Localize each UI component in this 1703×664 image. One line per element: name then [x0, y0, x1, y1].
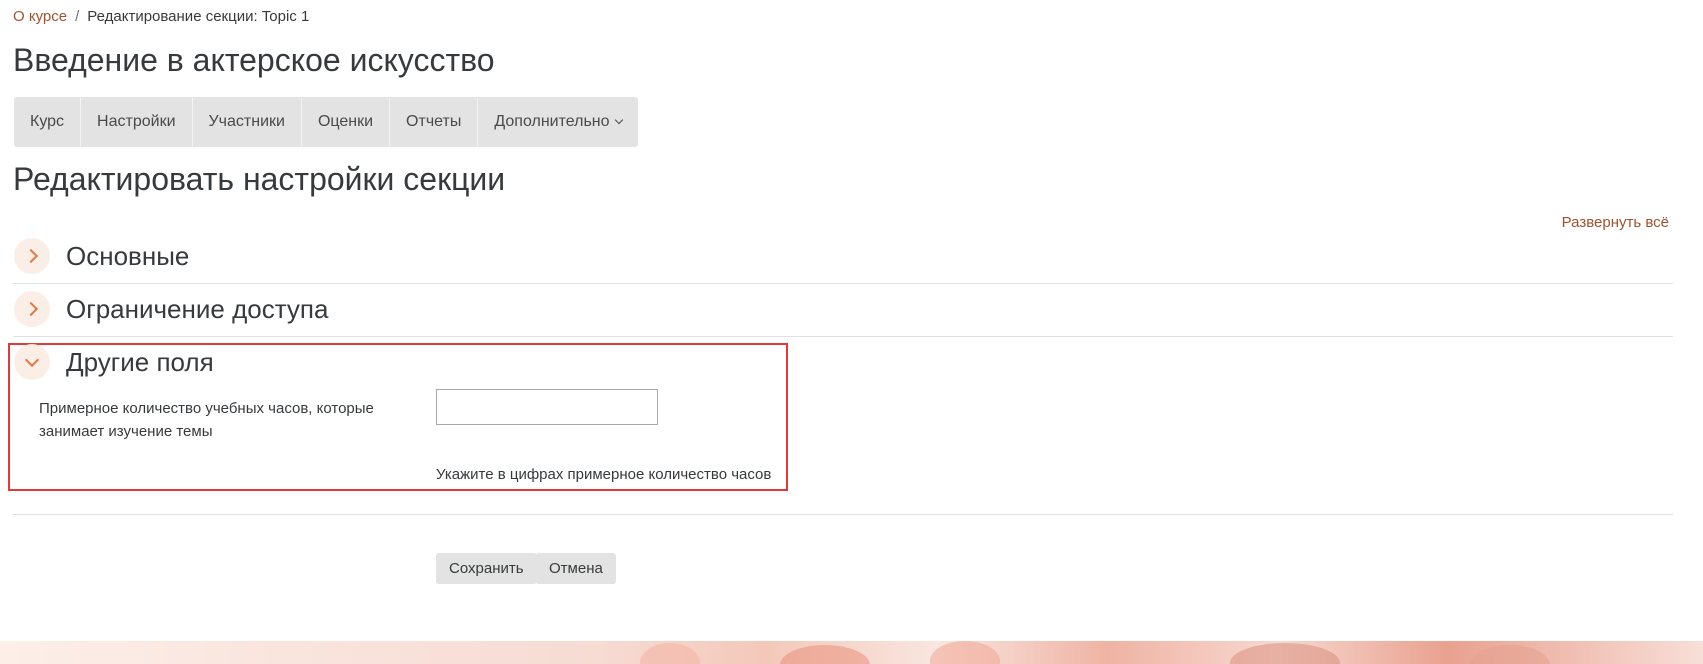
section-other-header[interactable]: Другие поля [14, 344, 214, 380]
section-title-other[interactable]: Другие поля [66, 347, 214, 378]
section-restrict-header[interactable]: Ограничение доступа [14, 291, 328, 327]
breadcrumb-course-link[interactable]: О курсе [13, 8, 67, 25]
tab-more[interactable]: Дополнительно [478, 97, 637, 147]
hours-input[interactable] [436, 389, 658, 425]
course-title: Введение в актерское искусство [13, 42, 495, 78]
chevron-right-icon [23, 248, 38, 264]
divider [13, 336, 1673, 337]
section-toggle[interactable] [14, 344, 50, 380]
decor-blob [930, 641, 1000, 664]
footer-decoration [0, 641, 1703, 664]
decor-blob [1470, 645, 1550, 664]
breadcrumb-current: Редактирование секции: Topic 1 [87, 8, 310, 25]
tab-participants[interactable]: Участники [193, 97, 302, 147]
breadcrumb: О курсе / Редактирование секции: Topic 1 [13, 8, 309, 25]
page-title: Редактировать настройки секции [13, 161, 506, 197]
hours-help-text: Укажите в цифрах примерное количество ча… [436, 466, 772, 483]
divider [13, 514, 1673, 515]
course-nav: Курс Настройки Участники Оценки Отчеты Д… [14, 97, 638, 147]
section-toggle[interactable] [14, 291, 50, 327]
tab-settings[interactable]: Настройки [81, 97, 193, 147]
tab-course[interactable]: Курс [14, 97, 82, 147]
cancel-button[interactable]: Отмена [536, 553, 616, 584]
divider [13, 283, 1673, 284]
section-toggle[interactable] [14, 238, 50, 274]
save-button[interactable]: Сохранить [436, 553, 537, 584]
breadcrumb-separator: / [75, 8, 80, 25]
decor-blob [640, 643, 700, 664]
decor-blob [780, 645, 870, 664]
chevron-right-icon [23, 301, 38, 317]
tab-reports[interactable]: Отчеты [390, 97, 479, 147]
section-title-restrict[interactable]: Ограничение доступа [66, 294, 328, 325]
tab-more-label: Дополнительно [494, 113, 610, 130]
section-general-header[interactable]: Основные [14, 238, 189, 274]
tab-grades[interactable]: Оценки [302, 97, 391, 147]
page: О курсе / Редактирование секции: Topic 1… [0, 0, 1703, 664]
expand-all-link[interactable]: Развернуть всё [1562, 214, 1669, 231]
chevron-down-icon [614, 115, 623, 125]
hours-field-label: Примерное количество учебных часов, кото… [39, 400, 374, 440]
section-title-general[interactable]: Основные [66, 241, 189, 272]
chevron-down-icon [24, 352, 40, 368]
decor-blob [1230, 643, 1340, 664]
